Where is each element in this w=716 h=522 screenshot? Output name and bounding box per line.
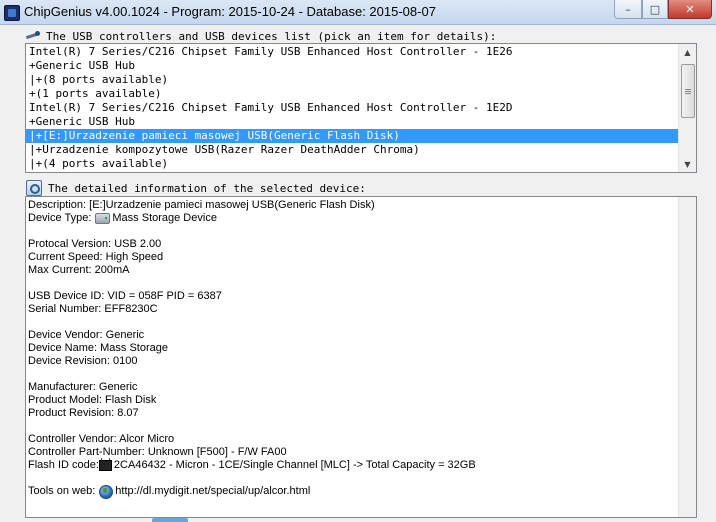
detail-device-name: Device Name: Mass Storage [28,342,168,354]
tools-link[interactable]: http://dl.mydigit.net/special/up/alcor.h… [115,485,310,498]
maximize-button[interactable]: □ [642,0,668,19]
flash-id-value: 2CA46432 - Micron - 1CE/Single Channel [… [113,459,476,471]
close-button[interactable]: ✕ [668,0,712,19]
detail-panel[interactable]: Description: [E:]Urzadzenie pamieci maso… [25,196,697,518]
device-list-item[interactable]: |+Urzadzenie kompozytowe USB(Razer Razer… [26,143,679,157]
detail-product-revision: Product Revision: 8.07 [28,407,139,419]
chip-icon [98,458,112,471]
detail-max-current: Max Current: 200mA [28,264,130,276]
tools-label: Tools on web: [28,485,96,497]
detail-tools-on-web: Tools on web: http://dl.mydigit.net/spec… [28,484,676,499]
scroll-thumb[interactable] [681,64,695,118]
device-list-item[interactable]: |+(4 ports available) [26,157,679,171]
app-icon [4,5,20,21]
info-icon [26,180,42,196]
window-controls: – □ ✕ [614,0,712,19]
detail-device-vendor: Device Vendor: Generic [28,329,145,341]
device-list-scrollbar[interactable]: ▲ ▼ [678,44,696,172]
detail-controller-vendor: Controller Vendor: Alcor Micro [28,433,175,445]
scroll-down-arrow-icon[interactable]: ▼ [679,156,696,172]
detail-usb-device-id: USB Device ID: VID = 058F PID = 6387 [28,290,222,302]
detail-serial-number: Serial Number: EFF8230C [28,303,158,315]
detail-controller-part-number: Controller Part-Number: Unknown [F500] -… [28,446,287,458]
device-type-value: Mass Storage Device [112,212,217,224]
device-list[interactable]: Intel(R) 7 Series/C216 Chipset Family US… [25,43,697,173]
detail-device-type: Device Type: Mass Storage Device [28,212,676,225]
window-title: ChipGenius v4.00.1024 - Program: 2015-10… [24,4,436,19]
details-label: The detailed information of the selected… [48,181,366,195]
detail-flash-id: Flash ID code: 2CA46432 - Micron - 1CE/S… [28,458,676,472]
device-list-item[interactable]: |+[E:]Urzadzenie pamieci masowej USB(Gen… [26,129,679,143]
device-list-label: The USB controllers and USB devices list… [46,29,497,43]
device-list-item[interactable]: Intel(R) 7 Series/C216 Chipset Family US… [26,101,679,115]
device-list-item[interactable]: +Generic USB Hub [26,115,679,129]
device-list-heading: The USB controllers and USB devices list… [26,28,496,44]
detail-manufacturer: Manufacturer: Generic [28,381,138,393]
detail-scrollbar[interactable] [678,197,696,517]
device-list-rows: Intel(R) 7 Series/C216 Chipset Family US… [26,45,679,171]
title-bar: ChipGenius v4.00.1024 - Program: 2015-10… [0,0,716,25]
scroll-up-arrow-icon[interactable]: ▲ [679,44,696,60]
drive-icon [95,213,111,224]
detail-lines: Description: [E:]Urzadzenie pamieci maso… [28,199,676,499]
detail-protocol-version: Protocal Version: USB 2.00 [28,238,162,250]
detail-current-speed: Current Speed: High Speed [28,251,164,263]
taskbar-edge [152,518,188,522]
detail-product-model: Product Model: Flash Disk [28,394,157,406]
detail-device-revision: Device Revision: 0100 [28,355,138,367]
device-type-label: Device Type: [28,212,92,224]
device-list-item[interactable]: +(1 ports available) [26,87,679,101]
minimize-button[interactable]: – [614,0,642,19]
detail-description: Description: [E:]Urzadzenie pamieci maso… [28,199,375,211]
details-heading: The detailed information of the selected… [26,180,366,196]
device-list-item[interactable]: +Generic USB Hub [26,59,679,73]
scroll-grip-icon [685,89,691,90]
device-list-item[interactable]: Intel(R) 7 Series/C216 Chipset Family US… [26,45,679,59]
globe-icon[interactable] [99,484,114,499]
device-list-item[interactable]: |+(8 ports available) [26,73,679,87]
flash-id-label: Flash ID code: [28,459,99,471]
usb-icon [26,31,40,41]
